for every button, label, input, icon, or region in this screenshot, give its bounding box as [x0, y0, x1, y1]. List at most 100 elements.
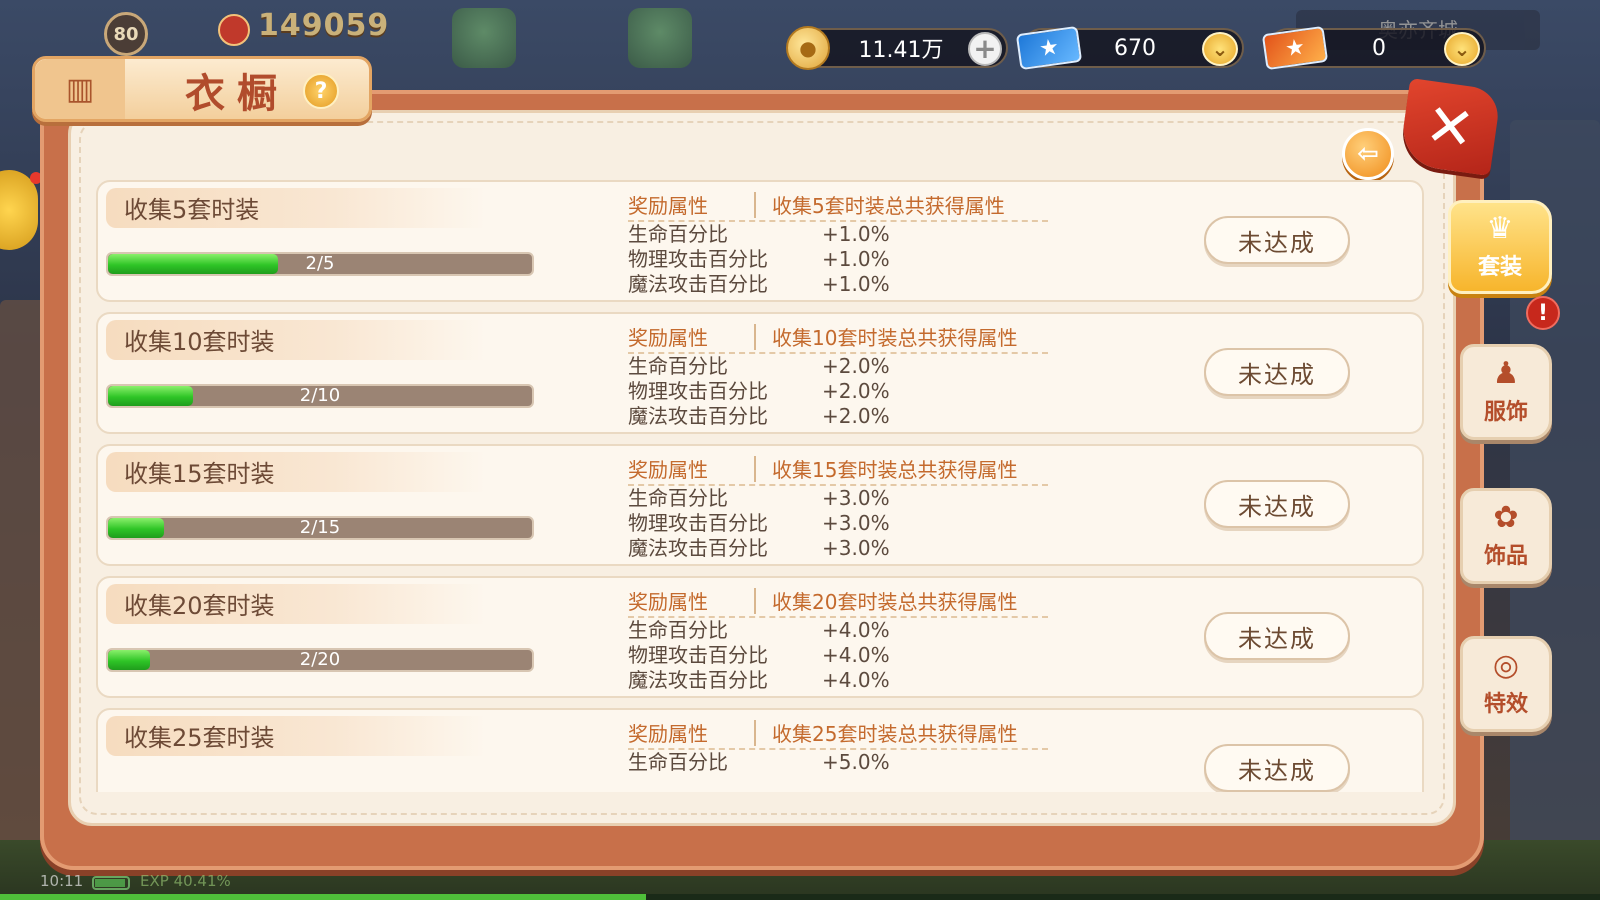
collection-progress-bar: 2/5 [106, 252, 534, 276]
combat-power-value: 149059 [258, 8, 390, 43]
tab-clothing[interactable]: ♟ 服饰 [1460, 344, 1552, 440]
attr-header: 奖励属性 收集10套时装总共获得属性 [628, 320, 1048, 354]
attr-name: 生命百分比 [628, 222, 728, 246]
battery-icon [92, 876, 130, 890]
collection-row: 收集20套时装 2/20 奖励属性 收集20套时装总共获得属性 生命百分比 +4.0% 物理… [96, 576, 1424, 698]
row-title: 收集10套时装 [124, 328, 275, 356]
blue-ticket-icon: ★ [1015, 25, 1083, 71]
attr-line: 魔法攻击百分比 +1.0% [628, 272, 958, 297]
collection-progress-bar: 2/15 [106, 516, 534, 540]
attr-value: +3.0% [822, 511, 890, 535]
coin-icon: ● [786, 26, 830, 70]
attr-name: 魔法攻击百分比 [628, 404, 768, 428]
clothing-icon: ♟ [1492, 356, 1520, 391]
tab-label: 特效 [1483, 692, 1528, 717]
player-level-badge[interactable]: 80 [104, 12, 148, 56]
collection-row: 收集15套时装 2/15 奖励属性 收集15套时装总共获得属性生命百分比 +3.0% 物理… [96, 444, 1424, 566]
attr-name: 魔法攻击百分比 [628, 536, 768, 560]
collection-progress-text: 2/20 [299, 649, 341, 670]
attr-divider [754, 720, 756, 746]
attr-name: 生命百分比 [628, 750, 728, 774]
attr-divider [754, 192, 756, 218]
attr-line: 物理攻击百分比 +4.0% [628, 643, 958, 668]
activity-icon[interactable] [452, 8, 516, 68]
collection-progress-text: 2/10 [299, 385, 341, 406]
row-title: 收集25套时装 [124, 724, 275, 752]
total-attr-label: 收集5套时装总共获得属性 [772, 194, 1005, 218]
chevron-down-icon[interactable]: ⌄ [1444, 32, 1480, 66]
attr-line: 魔法攻击百分比 +2.0% [628, 404, 958, 429]
help-button[interactable]: ? [303, 73, 339, 109]
coin-currency: ● 11.41万 + [786, 26, 1008, 70]
orange-ticket-value: 0 [1372, 35, 1386, 61]
wardrobe-icon: ▥ [35, 59, 125, 119]
attr-header: 奖励属性 收集20套时装总共获得属性 [628, 584, 1048, 618]
attr-line: 生命百分比 +4.0% [628, 618, 958, 643]
attr-list: 生命百分比 +1.0% 物理攻击百分比 +1.0% 魔法攻击百分比 +1.0% [628, 222, 958, 297]
attr-value: +3.0% [822, 486, 890, 510]
total-attr-label: 收集15套时装总共获得属性 [772, 458, 1018, 482]
total-attr-label: 收集25套时装总共获得属性 [772, 722, 1018, 746]
attr-value: +2.0% [822, 379, 890, 403]
reward-attr-label: 奖励属性 [628, 326, 708, 350]
attr-line: 生命百分比 +1.0% [628, 222, 958, 247]
row-title: 收集5套时装 [124, 196, 260, 224]
bottom-status-bar: 10:11 EXP 40.41% [0, 866, 1600, 900]
attr-line: 生命百分比 +3.0% [628, 486, 958, 511]
tab-accessory[interactable]: ✿ 饰品 [1460, 488, 1552, 584]
exp-label: EXP 40.41% [140, 872, 231, 890]
tab-effect[interactable]: ◎ 特效 [1460, 636, 1552, 732]
collection-row: 收集10套时装 2/10 奖励属性 收集10套时装总共获得属性 生命百分比 +2.0% 物理… [96, 312, 1424, 434]
attr-line: 物理攻击百分比 +3.0% [628, 511, 958, 536]
attr-name: 物理攻击百分比 [628, 643, 768, 667]
attr-list: 生命百分比 +4.0% 物理攻击百分比 +4.0% 魔法攻击百分比 +4.0% [628, 618, 958, 693]
attr-list: 生命百分比 +2.0% 物理攻击百分比 +2.0% 魔法攻击百分比 +2.0% [628, 354, 958, 429]
reward-attr-label: 奖励属性 [628, 722, 708, 746]
add-coin-button[interactable]: + [968, 32, 1002, 66]
attr-value: +1.0% [822, 222, 890, 246]
reward-attr-label: 奖励属性 [628, 458, 708, 482]
orange-ticket-icon: ★ [1261, 25, 1329, 71]
status-button[interactable]: 未达成 [1204, 480, 1350, 528]
clock-time: 10:11 [40, 872, 84, 890]
collection-progress-bar: 2/20 [106, 648, 534, 672]
suit-icon: ♛ [1486, 211, 1514, 246]
attr-list: 生命百分比 +5.0% [628, 750, 958, 775]
attr-name: 魔法攻击百分比 [628, 668, 768, 692]
attr-header: 奖励属性 收集5套时装总共获得属性 [628, 188, 1048, 222]
status-button[interactable]: 未达成 [1204, 612, 1350, 660]
attr-name: 物理攻击百分比 [628, 247, 768, 271]
row-title: 收集15套时装 [124, 460, 275, 488]
status-button[interactable]: 未达成 [1204, 744, 1350, 792]
collection-row: 收集25套时装 奖励属性 收集25套时装总共获得属性生命百分比 +5.0% 未达成 [96, 708, 1424, 792]
attr-name: 物理攻击百分比 [628, 379, 768, 403]
attr-value: +3.0% [822, 536, 890, 560]
attr-list: 生命百分比 +3.0% 物理攻击百分比 +3.0% 魔法攻击百分比 +3.0% [628, 486, 958, 561]
tab-suit[interactable]: ♛ 套装 [1448, 200, 1552, 294]
collection-reward-list[interactable]: 收集5套时装 2/5 奖励属性 收集5套时装总共获得属性 生命百分比 +1.0% 物理攻击百… [94, 180, 1426, 792]
row-title: 收集20套时装 [124, 592, 275, 620]
back-button[interactable]: ⇦ [1342, 128, 1394, 180]
attr-value: +4.0% [822, 643, 890, 667]
attr-divider [754, 588, 756, 614]
attr-line: 物理攻击百分比 +1.0% [628, 247, 958, 272]
attr-line: 生命百分比 +5.0% [628, 750, 958, 775]
status-button[interactable]: 未达成 [1204, 348, 1350, 396]
combat-power-icon [218, 14, 250, 46]
collection-progress-bar: 2/10 [106, 384, 534, 408]
page-title: 衣橱 [185, 70, 289, 117]
reward-attr-label: 奖励属性 [628, 194, 708, 218]
attr-name: 生命百分比 [628, 354, 728, 378]
attr-header: 奖励属性 收集25套时装总共获得属性 [628, 716, 1048, 750]
effect-icon: ◎ [1492, 648, 1520, 683]
attr-line: 物理攻击百分比 +2.0% [628, 379, 958, 404]
blue-ticket-value: 670 [1114, 35, 1156, 61]
chevron-down-icon[interactable]: ⌄ [1202, 32, 1238, 66]
attr-line: 魔法攻击百分比 +3.0% [628, 536, 958, 561]
total-attr-label: 收集20套时装总共获得属性 [772, 590, 1018, 614]
event-icon[interactable] [628, 8, 692, 68]
status-button[interactable]: 未达成 [1204, 216, 1350, 264]
tab-label: 服饰 [1483, 400, 1528, 425]
coin-value: 11.41万 [858, 38, 944, 63]
accessory-icon: ✿ [1493, 500, 1519, 535]
